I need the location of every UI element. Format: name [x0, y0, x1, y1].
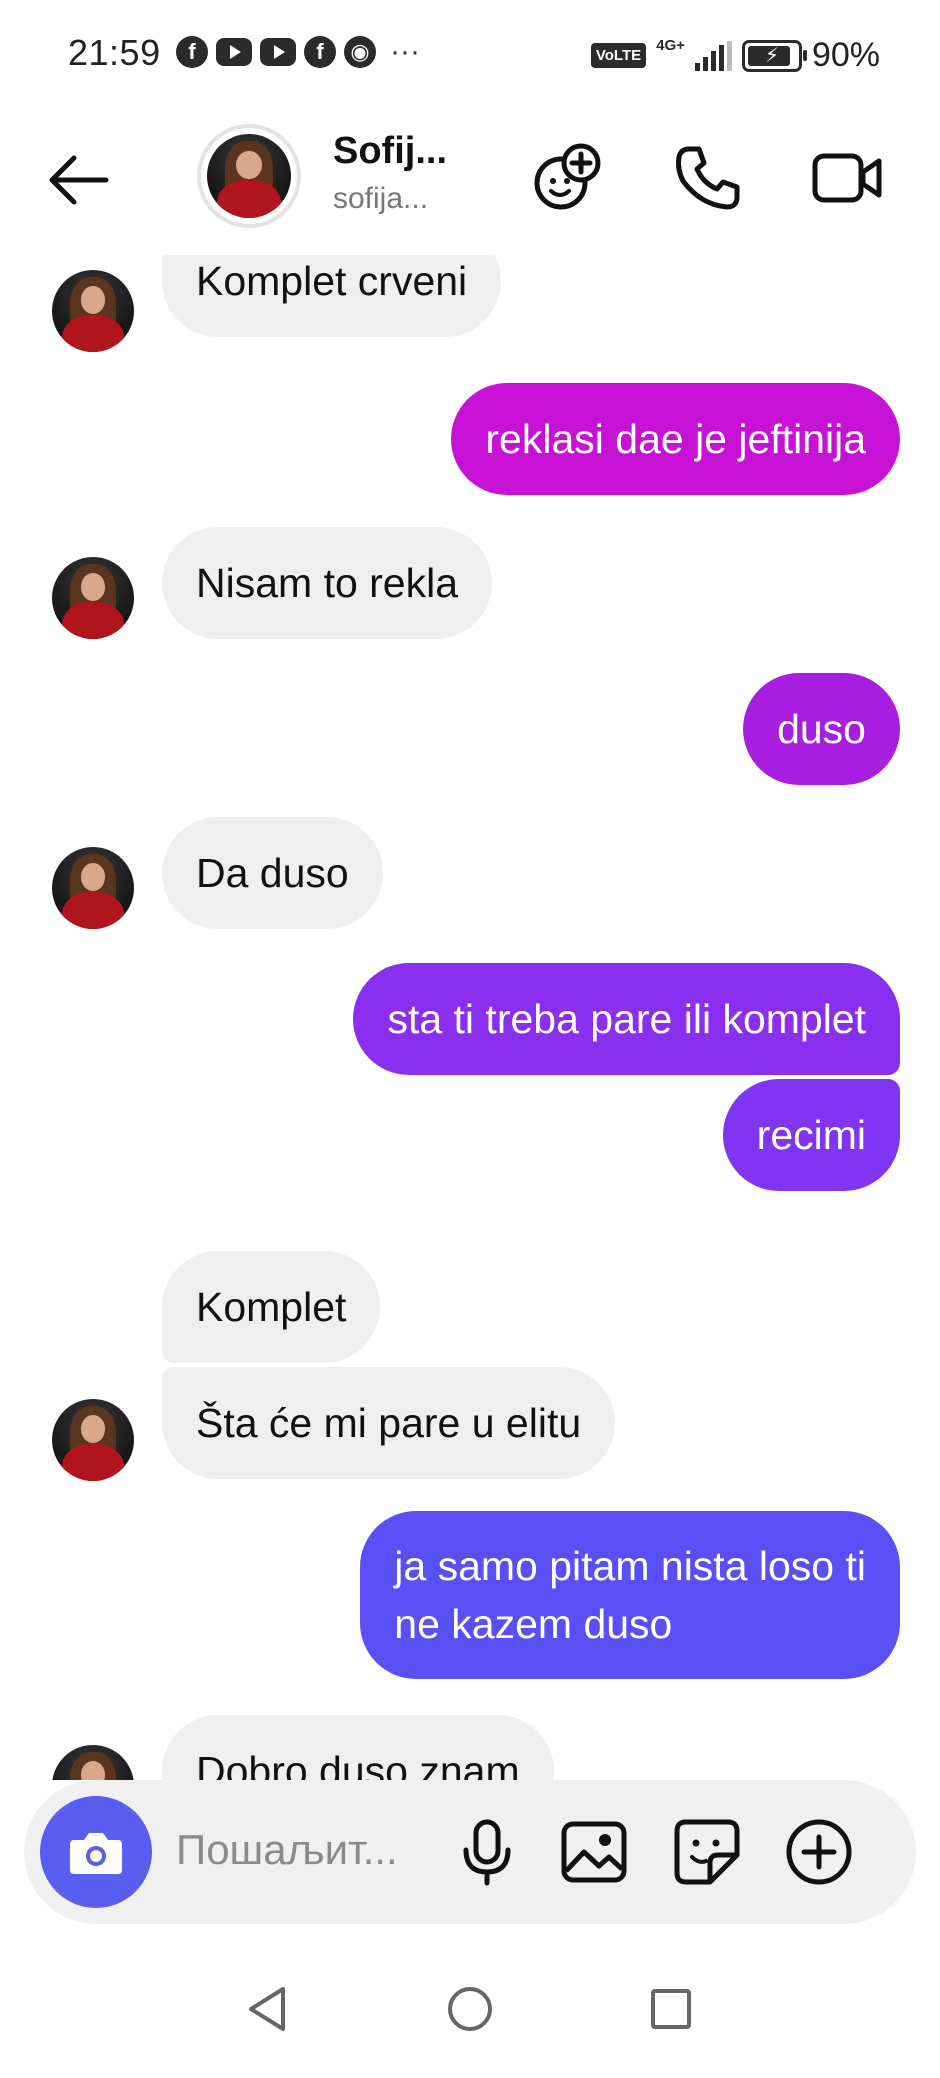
chat-header: Sofij... sofija... — [0, 110, 940, 255]
add-icon[interactable] — [779, 1812, 859, 1892]
camera-button[interactable] — [40, 1796, 152, 1908]
nav-home-icon[interactable] — [435, 1974, 505, 2044]
youtube-icon — [216, 38, 252, 66]
outgoing-message[interactable]: reklasi dae je jeftinija — [451, 383, 900, 495]
network-type: 4G+ — [656, 37, 685, 54]
microphone-icon[interactable] — [447, 1812, 527, 1892]
incoming-message[interactable]: Šta će mi pare u elitu — [162, 1367, 616, 1479]
sender-avatar[interactable] — [52, 1399, 134, 1481]
signal-icon — [694, 40, 732, 71]
sender-avatar[interactable] — [52, 847, 134, 929]
outgoing-message[interactable]: sta ti treba pare ili komplet — [353, 963, 900, 1075]
add-effect-icon[interactable] — [528, 138, 608, 218]
battery-percent: 90% — [811, 36, 880, 74]
notification-icons: f f ◉ ··· — [176, 36, 420, 68]
message-line: ne kazem duso — [394, 1601, 673, 1647]
status-bar: 21:59 f f ◉ ··· VoLTE 4G+ ⚡ 90% — [0, 0, 940, 110]
nav-back-icon[interactable] — [232, 1974, 302, 2044]
contact-username[interactable]: sofija... — [333, 182, 428, 216]
contact-name[interactable]: Sofij... — [333, 130, 447, 173]
camera-icon — [70, 1833, 122, 1874]
outgoing-message[interactable]: ja samo pitam nista loso ti ne kazem dus… — [360, 1511, 900, 1679]
status-right: VoLTE 4G+ ⚡ 90% — [590, 36, 880, 75]
status-time: 21:59 — [68, 32, 161, 73]
contact-avatar[interactable] — [197, 124, 301, 228]
sender-avatar[interactable] — [52, 557, 134, 639]
video-call-icon[interactable] — [808, 138, 888, 218]
system-navigation-bar — [0, 1940, 940, 2078]
incoming-message[interactable]: Nisam to rekla — [162, 527, 493, 639]
incoming-message[interactable]: Komplet — [162, 1251, 381, 1363]
sticker-icon[interactable] — [667, 1812, 747, 1892]
battery-icon: ⚡ — [741, 39, 807, 72]
youtube-icon — [260, 38, 296, 66]
nav-recents-icon[interactable] — [636, 1974, 706, 2044]
phone-call-icon[interactable] — [668, 138, 748, 218]
incoming-message[interactable]: Da duso — [162, 817, 383, 929]
gallery-icon[interactable] — [554, 1812, 634, 1892]
incoming-message[interactable]: Dobro duso znam — [162, 1715, 554, 1780]
more-notifications: ··· — [390, 35, 420, 68]
back-arrow-icon[interactable] — [44, 150, 114, 210]
message-line: ja samo pitam nista loso ti — [394, 1543, 866, 1589]
outgoing-message[interactable]: duso — [743, 673, 900, 785]
sender-avatar[interactable] — [52, 270, 134, 352]
chrome-icon: ◉ — [344, 36, 376, 68]
message-list[interactable]: Komplet crveni reklasi dae je jeftinija … — [0, 255, 940, 1780]
facebook-icon: f — [304, 36, 336, 68]
message-composer[interactable]: Пошаљит... — [24, 1780, 916, 1924]
volte-badge: VoLTE — [590, 43, 647, 68]
message-input[interactable]: Пошаљит... — [176, 1826, 446, 1874]
incoming-message[interactable]: Komplet crveni — [162, 255, 502, 337]
sender-avatar[interactable] — [52, 1745, 134, 1780]
outgoing-message[interactable]: recimi — [722, 1079, 900, 1191]
facebook-icon: f — [176, 36, 208, 68]
